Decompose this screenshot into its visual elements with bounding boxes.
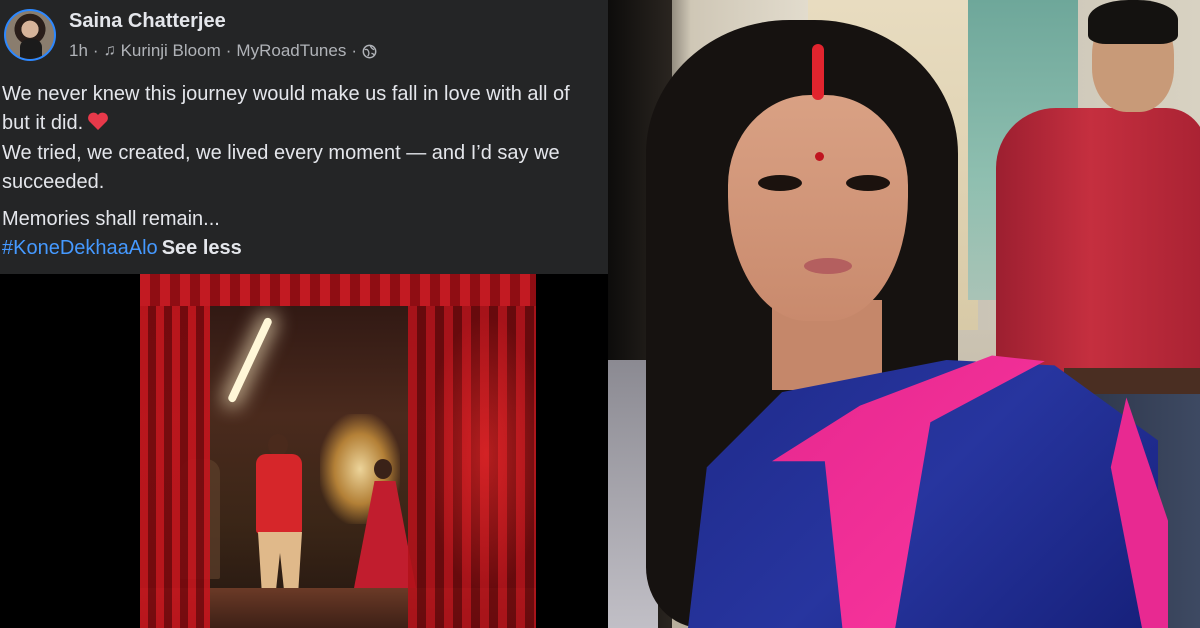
hashtag-link[interactable]: #KoneDekhaaAlo <box>2 237 158 259</box>
bindi <box>815 152 824 161</box>
lips <box>804 258 852 274</box>
curtain-left <box>140 294 210 628</box>
post-body: We never knew this journey would make us… <box>2 80 608 262</box>
right-eye <box>846 175 890 191</box>
man-shirt <box>996 108 1200 374</box>
post-line: We tried, we created, we lived every mom… <box>2 142 560 164</box>
red-flare <box>426 314 536 594</box>
post-meta: 1h · ♫ Kurinji Bloom · MyRoadTunes · <box>69 41 377 61</box>
post-line: We never knew this journey would make us… <box>2 83 570 105</box>
video-frame[interactable] <box>140 274 536 628</box>
heart-icon <box>87 111 109 140</box>
woman-face <box>728 95 908 321</box>
male-dancer <box>240 434 318 604</box>
meta-separator: · <box>92 41 99 60</box>
hashtag-line: #KoneDekhaaAlo See less <box>2 234 608 263</box>
post-video[interactable] <box>0 274 608 628</box>
author-avatar[interactable] <box>4 9 56 61</box>
left-eye <box>758 175 802 191</box>
post-time[interactable]: 1h <box>69 41 88 61</box>
post-line-text: but it did. <box>2 111 84 134</box>
globe-icon[interactable] <box>362 44 377 59</box>
sindoor-parting <box>812 44 824 100</box>
curtain-top <box>140 274 536 306</box>
meta-separator: · <box>225 41 232 60</box>
see-less-button[interactable]: See less <box>162 237 242 259</box>
social-post: Saina Chatterjee 1h · ♫ Kurinji Bloom · … <box>0 0 608 274</box>
music-title[interactable]: Kurinji Bloom <box>121 41 221 61</box>
post-line: succeeded. <box>2 170 105 193</box>
author-name[interactable]: Saina Chatterjee <box>69 10 226 33</box>
music-note-icon: ♫ <box>103 42 116 59</box>
post-line: Memories shall remain... <box>2 208 220 230</box>
light-tube <box>226 316 274 404</box>
meta-separator: · <box>351 41 358 60</box>
photo-still <box>608 0 1200 628</box>
man-hair <box>1088 0 1178 44</box>
post-line: but it did. <box>2 109 608 140</box>
music-artist[interactable]: MyRoadTunes <box>236 41 346 61</box>
